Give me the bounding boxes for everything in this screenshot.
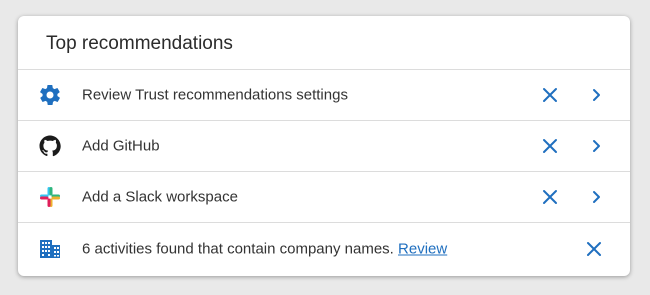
dismiss-close-icon[interactable] [539,135,561,157]
chevron-right-icon[interactable] [588,188,606,206]
recommendation-row-company-names: 6 activities found that contain company … [18,223,630,275]
recommendation-label: Add GitHub [82,137,160,155]
recommendation-row-slack[interactable]: Add a Slack workspace [18,172,630,223]
recommendation-label: 6 activities found that contain company … [82,241,447,258]
review-link[interactable]: Review [398,241,447,258]
dismiss-close-icon[interactable] [539,84,561,106]
dismiss-close-icon[interactable] [539,186,561,208]
recommendations-card: Top recommendations Review Trust recomme… [18,16,630,276]
chevron-right-icon[interactable] [588,86,606,104]
card-title: Top recommendations [18,16,630,70]
recommendation-text: 6 activities found that contain company … [82,240,394,258]
gear-icon [38,83,62,107]
dismiss-close-icon[interactable] [583,238,605,260]
slack-icon [38,185,62,209]
github-icon [38,134,62,158]
chevron-right-icon[interactable] [588,137,606,155]
recommendation-label: Add a Slack workspace [82,188,238,206]
recommendation-row-trust-settings[interactable]: Review Trust recommendations settings [18,70,630,121]
building-icon [38,237,62,261]
recommendation-label: Review Trust recommendations settings [82,86,348,104]
recommendation-row-github[interactable]: Add GitHub [18,121,630,172]
